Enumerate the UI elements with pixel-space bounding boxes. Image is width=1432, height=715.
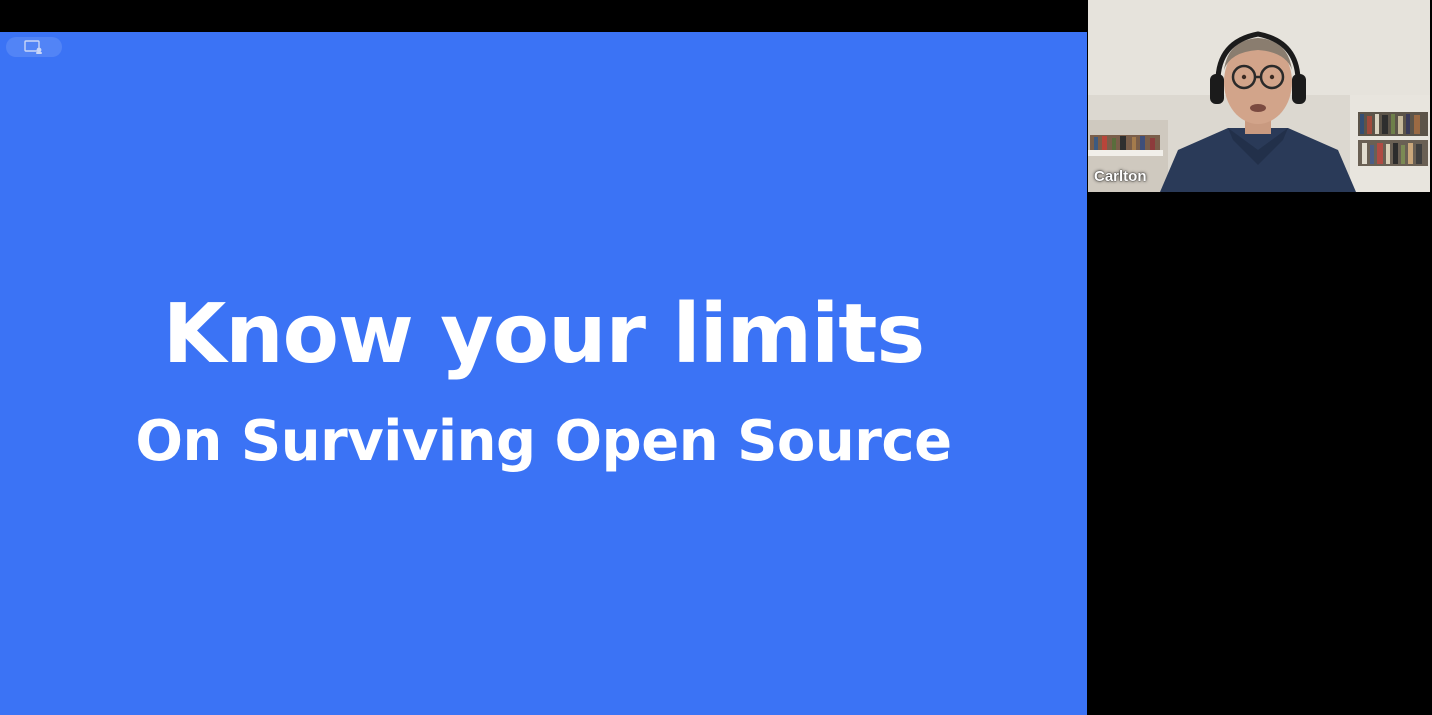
participant-video-tile[interactable]: Carlton xyxy=(1088,0,1430,192)
meeting-stage: Know your limits On Surviving Open Sourc… xyxy=(0,0,1432,715)
participant-name-label: Carlton xyxy=(1094,168,1147,185)
slide-title: Know your limits xyxy=(162,287,925,382)
slide-subtitle: On Surviving Open Source xyxy=(135,409,952,474)
participant-video-feed xyxy=(1088,0,1430,192)
screen-share-icon xyxy=(24,40,42,54)
shared-screen-slide: Know your limits On Surviving Open Sourc… xyxy=(0,32,1087,715)
screen-share-indicator[interactable] xyxy=(6,37,62,57)
